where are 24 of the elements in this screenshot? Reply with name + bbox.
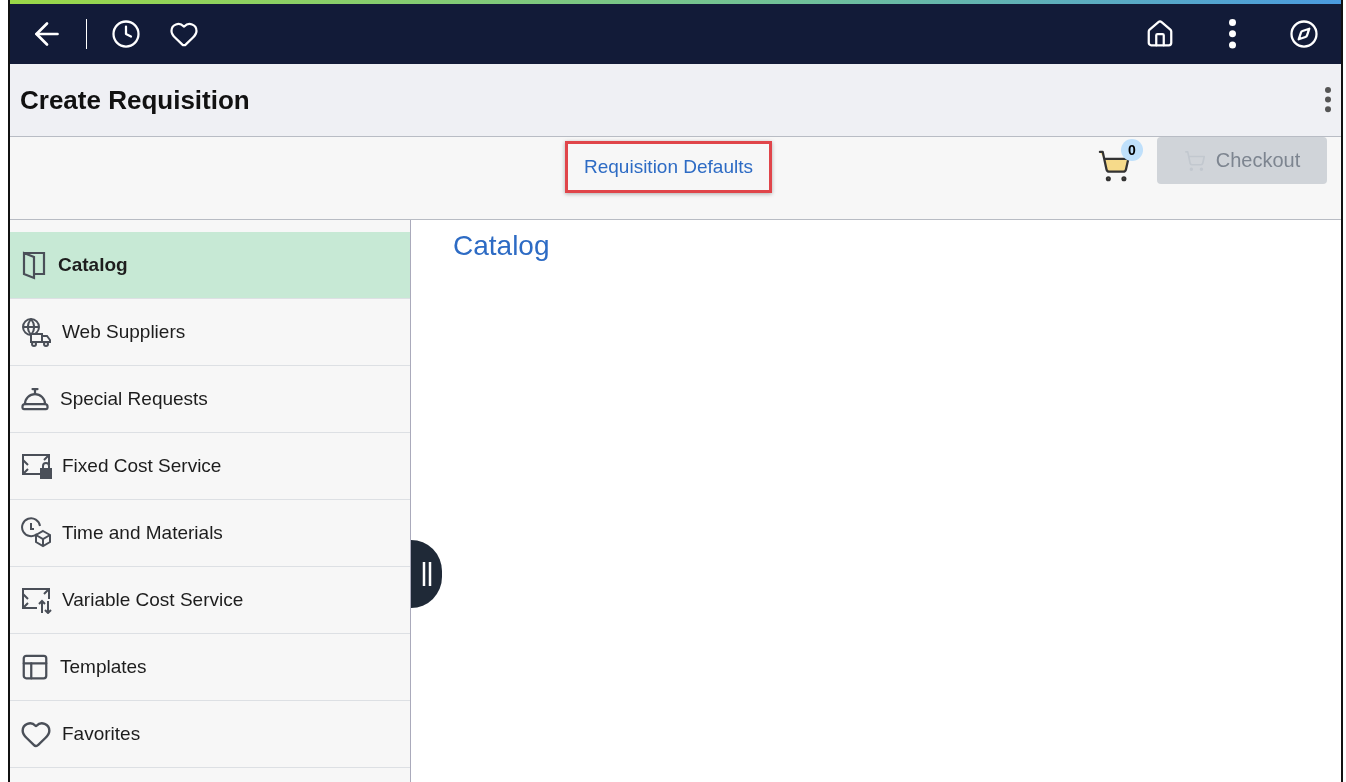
layout-icon bbox=[20, 652, 50, 682]
lock-frame-icon bbox=[20, 452, 52, 480]
compass-icon bbox=[1289, 19, 1319, 49]
clock-box-icon bbox=[20, 517, 52, 549]
sidebar-item[interactable]: Time and Materials bbox=[10, 500, 410, 567]
clock-icon bbox=[111, 19, 141, 49]
home-icon bbox=[1145, 19, 1175, 49]
book-icon bbox=[20, 250, 48, 280]
page-title: Create Requisition bbox=[20, 84, 251, 116]
more-button[interactable] bbox=[1325, 87, 1331, 113]
sidebar-item[interactable]: Variable Cost Service bbox=[10, 567, 410, 634]
content-heading: Catalog bbox=[453, 230, 551, 262]
cart-count: 0 bbox=[1121, 138, 1143, 161]
sidebar-item[interactable]: Web Suppliers bbox=[10, 299, 410, 366]
requisition-defaults-link[interactable]: Requisition Defaults bbox=[570, 146, 767, 188]
sidebar-item[interactable]: Templates bbox=[10, 634, 410, 701]
globe-truck-icon bbox=[20, 316, 52, 348]
sidebar-item[interactable]: Favorites bbox=[10, 701, 410, 768]
sidebar-item[interactable]: Fixed Cost Service bbox=[10, 433, 410, 500]
sidebar-item[interactable]: Catalog bbox=[10, 232, 410, 299]
more-icon bbox=[1228, 19, 1236, 49]
arrows-frame-icon bbox=[20, 586, 52, 614]
more-icon bbox=[1325, 87, 1331, 113]
sidebar-item[interactable]: Special Requests bbox=[10, 366, 410, 433]
